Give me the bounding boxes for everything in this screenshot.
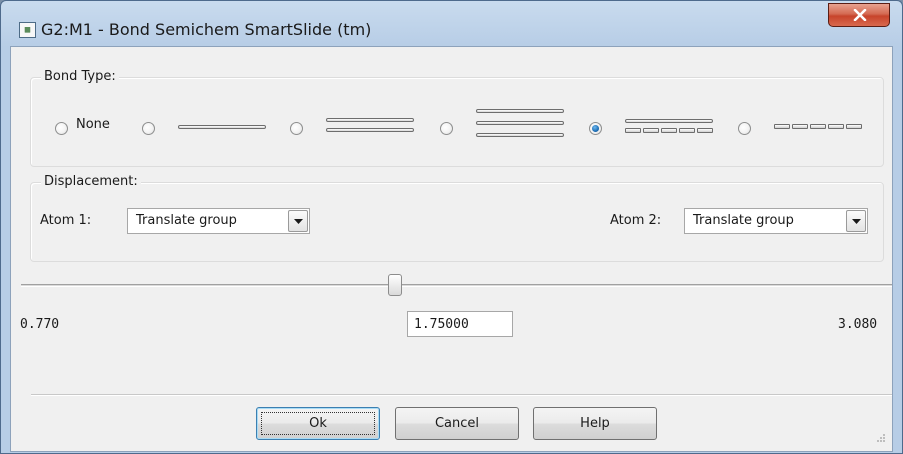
atom1-dropdown-button[interactable] <box>288 210 308 232</box>
ok-button[interactable]: Ok <box>256 407 380 440</box>
atom1-label: Atom 1: <box>40 213 92 228</box>
focus-rectangle <box>261 412 375 435</box>
chevron-down-icon <box>852 219 861 224</box>
resize-grip-icon[interactable] <box>876 433 886 443</box>
atom2-select-value: Translate group <box>693 213 794 228</box>
slider-thumb[interactable] <box>388 274 402 296</box>
close-x-icon <box>853 9 867 21</box>
dialog-client-area: Bond Type: None Displacement: Atom 1: Tr… <box>10 46 893 452</box>
button-separator <box>31 394 892 396</box>
document-grid-icon: ▦ <box>19 22 36 38</box>
bond-none-radio[interactable] <box>55 122 68 135</box>
bond-single-radio[interactable] <box>142 122 155 135</box>
atom1-select[interactable]: Translate group <box>127 208 310 234</box>
cancel-button[interactable]: Cancel <box>395 407 519 440</box>
bond-type-group-label: Bond Type: <box>41 69 119 84</box>
slider-max-label: 3.080 <box>838 317 878 332</box>
title-bar[interactable]: ▦ G2:M1 - Bond Semichem SmartSlide (tm) <box>1 1 902 45</box>
slider-min-label: 0.770 <box>20 317 60 332</box>
window-title: G2:M1 - Bond Semichem SmartSlide (tm) <box>41 20 372 39</box>
bond-type-group: Bond Type: <box>30 69 884 167</box>
displacement-group-label: Displacement: <box>41 174 141 189</box>
atom2-label: Atom 2: <box>610 213 662 228</box>
atom1-select-value: Translate group <box>136 213 237 228</box>
bond-double-radio[interactable] <box>290 122 303 135</box>
atom2-dropdown-button[interactable] <box>846 210 866 232</box>
help-button[interactable]: Help <box>533 407 657 440</box>
slider-value-input[interactable] <box>407 311 513 337</box>
cancel-button-label: Cancel <box>434 416 480 431</box>
bond-triple-radio[interactable] <box>440 122 453 135</box>
bond-aromatic-radio[interactable] <box>589 122 602 135</box>
bond-none-label[interactable]: None <box>76 117 110 132</box>
close-button[interactable] <box>828 3 890 27</box>
slider-track[interactable] <box>21 284 892 287</box>
help-button-label: Help <box>580 416 610 431</box>
atom2-select[interactable]: Translate group <box>684 208 868 234</box>
bond-partial-radio[interactable] <box>738 122 751 135</box>
chevron-down-icon <box>294 219 303 224</box>
